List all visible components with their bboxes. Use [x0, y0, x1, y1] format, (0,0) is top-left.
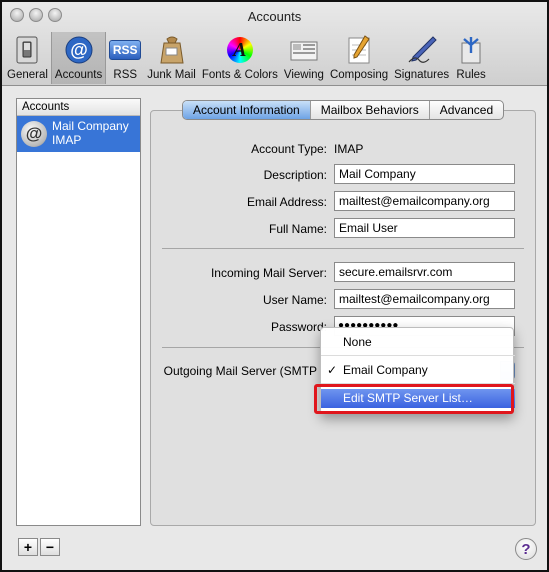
fonts-colors-icon: A — [224, 35, 256, 65]
toolbar-accounts-label: Accounts — [54, 69, 103, 81]
tab-account-information[interactable]: Account Information — [183, 101, 311, 119]
separator — [162, 248, 524, 249]
svg-text:@: @ — [70, 40, 88, 60]
outgoing-server-label: Outgoing Mail Server (SMTP — [163, 364, 317, 378]
toolbar-general-label: General — [7, 69, 48, 81]
account-name: Mail Company — [52, 119, 129, 133]
toolbar-accounts[interactable]: @ Accounts — [50, 32, 107, 84]
composing-pencil-icon — [343, 35, 375, 65]
menu-item-email-company[interactable]: ✓ Email Company — [321, 361, 515, 380]
toolbar-viewing[interactable]: Viewing — [281, 32, 327, 84]
tab-advanced[interactable]: Advanced — [430, 101, 503, 119]
toolbar-rss-label: RSS — [113, 69, 138, 81]
toolbar-rules[interactable]: Rules — [452, 32, 490, 84]
toolbar-viewing-label: Viewing — [283, 69, 324, 81]
incoming-server-label: Incoming Mail Server: — [210, 266, 327, 280]
tab-mailbox-behaviors[interactable]: Mailbox Behaviors — [311, 101, 430, 119]
menu-item-none[interactable]: None — [321, 333, 515, 352]
toolbar: General @ Accounts RSS RSS Junk Mail A F… — [4, 32, 490, 84]
toolbar-rules-label: Rules — [456, 69, 486, 81]
highlight-annotation — [314, 384, 514, 414]
user-name-field[interactable]: mailtest@emailcompany.org — [334, 289, 515, 309]
light-switch-icon — [11, 35, 43, 65]
tab-bar: Account Information Mailbox Behaviors Ad… — [182, 100, 505, 120]
description-label: Description: — [263, 168, 327, 182]
account-type-label: Account Type: — [251, 142, 327, 156]
toolbar-composing-label: Composing — [329, 69, 389, 81]
account-type: IMAP — [52, 133, 82, 147]
add-account-button[interactable]: + — [18, 538, 38, 556]
toolbar-fonts-colors[interactable]: A Fonts & Colors — [199, 32, 281, 84]
full-name-label: Full Name: — [268, 222, 327, 236]
toolbar-fonts-colors-label: Fonts & Colors — [201, 69, 278, 81]
toolbar-composing[interactable]: Composing — [327, 32, 391, 84]
toolbar-signatures-label: Signatures — [394, 69, 450, 81]
toolbar-rss[interactable]: RSS RSS — [106, 32, 144, 84]
title-toolbar: Accounts General @ Accounts RSS RSS Junk… — [2, 2, 547, 86]
user-name-label: User Name: — [262, 293, 327, 307]
accounts-sidebar: Accounts @ Mail Company IMAP — [16, 98, 141, 526]
rules-icon — [455, 35, 487, 65]
toolbar-junk-mail-label: Junk Mail — [147, 69, 196, 81]
account-list-item[interactable]: @ Mail Company IMAP — [17, 116, 140, 152]
junk-mail-bag-icon — [156, 35, 188, 65]
password-label: Password: — [270, 320, 327, 334]
email-address-field[interactable]: mailtest@emailcompany.org — [334, 191, 515, 211]
email-address-label: Email Address: — [246, 195, 327, 209]
toolbar-signatures[interactable]: Signatures — [391, 32, 452, 84]
toolbar-general[interactable]: General — [4, 32, 51, 84]
checkmark-icon: ✓ — [327, 363, 338, 377]
menu-separator — [321, 355, 515, 356]
description-field[interactable]: Mail Company — [334, 164, 515, 184]
viewing-icon — [288, 35, 320, 65]
account-type-value: IMAP — [334, 142, 364, 156]
at-sign-icon: @ — [21, 121, 47, 147]
remove-account-button[interactable]: − — [40, 538, 60, 556]
menu-item-label: Email Company — [343, 363, 428, 377]
at-sign-icon: @ — [63, 35, 95, 65]
signature-pen-icon — [406, 35, 438, 65]
window-title: Accounts — [247, 9, 302, 24]
rss-icon: RSS — [109, 35, 142, 65]
sidebar-header: Accounts — [17, 99, 140, 116]
full-name-field[interactable]: Email User — [334, 218, 515, 238]
help-button[interactable]: ? — [515, 538, 537, 560]
incoming-server-field[interactable]: secure.emailsrvr.com — [334, 262, 515, 282]
preferences-window: Accounts General @ Accounts RSS RSS Junk… — [0, 0, 549, 572]
toolbar-junk-mail[interactable]: Junk Mail — [144, 32, 199, 84]
